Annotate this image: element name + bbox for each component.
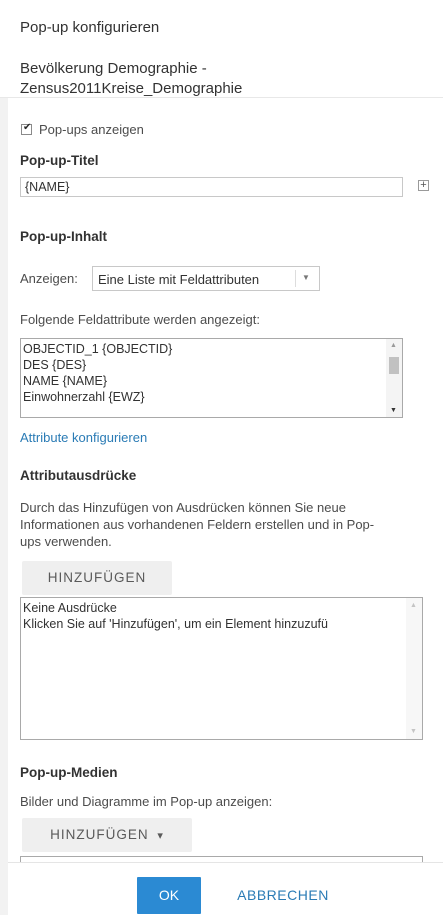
popup-title-value: {NAME}: [25, 180, 70, 194]
display-label: Anzeigen:: [20, 271, 78, 286]
expressions-description: Durch das Hinzufügen von Ausdrücken könn…: [20, 499, 443, 550]
add-media-label: HINZUFÜGEN: [50, 827, 149, 842]
layer-name: Bevölkerung Demographie - Zensus2011Krei…: [20, 59, 320, 99]
list-item[interactable]: OBJECTID_1 {OBJECTID}: [23, 341, 172, 357]
description-line: ups verwenden.: [20, 534, 112, 549]
footer-divider: [8, 862, 443, 863]
expand-title-button[interactable]: +: [418, 180, 429, 191]
display-select-value: Eine Liste mit Feldattributen: [98, 272, 260, 287]
fields-scrollbar[interactable]: ▲ ▼: [386, 339, 402, 417]
popup-title-input[interactable]: {NAME}: [20, 177, 403, 197]
checkmark-icon: ✔: [23, 122, 32, 133]
show-popups-checkbox[interactable]: ✔: [21, 122, 32, 135]
show-popups-label[interactable]: Pop-ups anzeigen: [39, 122, 144, 137]
list-item: Keine Ausdrücke: [23, 601, 117, 615]
media-description: Bilder und Diagramme im Pop-up anzeigen:: [20, 794, 273, 809]
add-media-button[interactable]: HINZUFÜGEN ▾: [22, 818, 192, 852]
display-select[interactable]: Eine Liste mit Feldattributen ▼: [92, 266, 320, 291]
popup-title-heading: Pop-up-Titel: [20, 153, 99, 168]
expressions-list[interactable]: Keine Ausdrücke Klicken Sie auf 'Hinzufü…: [20, 597, 423, 740]
configure-attributes-link[interactable]: Attribute konfigurieren: [20, 430, 147, 445]
description-line: Informationen aus vorhandenen Feldern er…: [20, 517, 375, 532]
description-line: Durch das Hinzufügen von Ausdrücken könn…: [20, 500, 346, 515]
layer-name-text: Bevölkerung Demographie - Zensus2011Krei…: [20, 60, 243, 97]
dialog-title: Pop-up konfigurieren: [20, 19, 160, 36]
scroll-thumb[interactable]: [389, 357, 399, 374]
left-edge-strip: [0, 98, 8, 915]
add-expression-button[interactable]: HINZUFÜGEN: [22, 561, 172, 595]
scroll-down-icon[interactable]: ▼: [390, 407, 397, 414]
expressions-scrollbar[interactable]: ▲ ▼: [406, 598, 422, 739]
cancel-button[interactable]: ABBRECHEN: [224, 877, 342, 914]
select-separator: [295, 270, 296, 287]
fields-label: Folgende Feldattribute werden angezeigt:: [20, 312, 260, 327]
popup-content-heading: Pop-up-Inhalt: [20, 229, 107, 244]
header-divider: [0, 97, 443, 98]
chevron-down-icon: ▼: [302, 273, 310, 282]
field-attributes-list[interactable]: OBJECTID_1 {OBJECTID} DES {DES} NAME {NA…: [20, 338, 403, 418]
caret-down-icon: ▾: [157, 830, 164, 842]
list-item[interactable]: DES {DES}: [23, 357, 172, 373]
scroll-up-icon[interactable]: ▲: [410, 602, 417, 609]
list-item[interactable]: Einwohnerzahl {EWZ}: [23, 389, 172, 405]
media-heading: Pop-up-Medien: [20, 765, 118, 780]
expressions-heading: Attributausdrücke: [20, 468, 137, 483]
scroll-up-icon[interactable]: ▲: [390, 342, 397, 349]
plus-icon: +: [420, 179, 427, 191]
list-item: Klicken Sie auf 'Hinzufügen', um ein Ele…: [23, 617, 328, 631]
ok-button[interactable]: OK: [137, 877, 201, 914]
scroll-down-icon[interactable]: ▼: [410, 728, 417, 735]
list-item[interactable]: NAME {NAME}: [23, 373, 172, 389]
